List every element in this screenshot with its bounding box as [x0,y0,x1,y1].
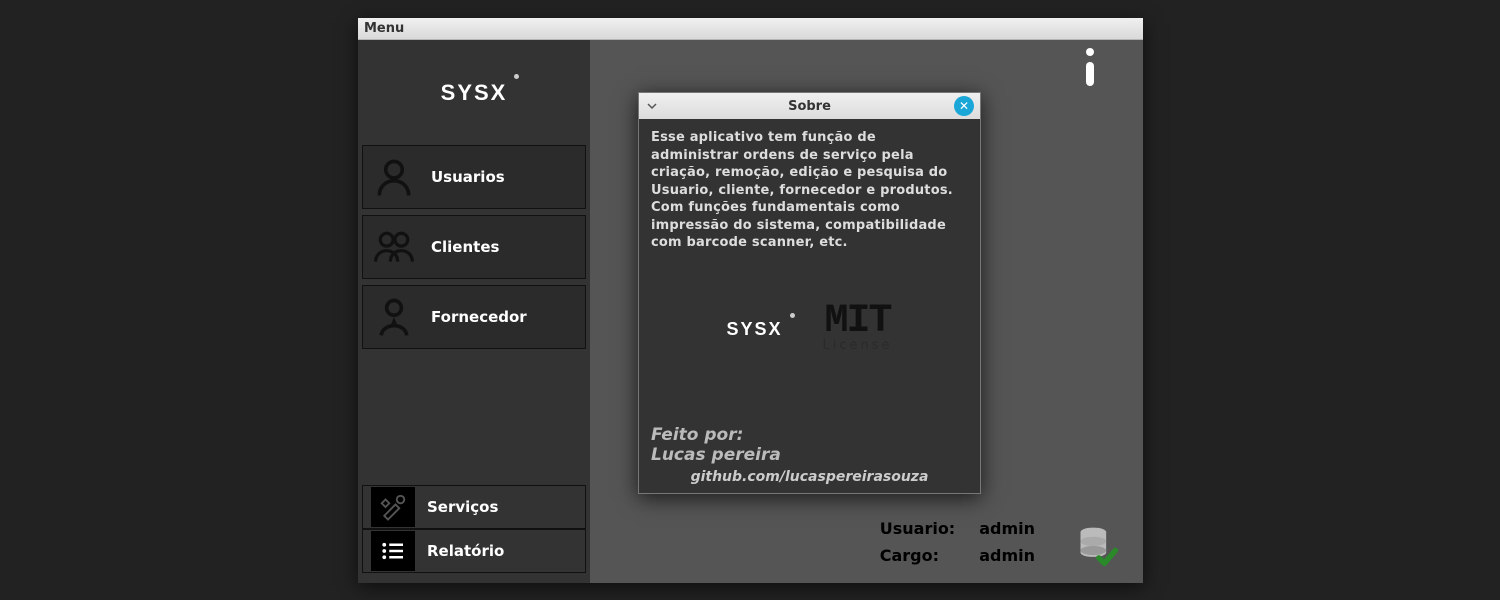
status-user-label: Usuario: [880,519,955,538]
user-icon [371,154,417,200]
sidebar: SYSX Usuarios Client [358,40,590,583]
brand-logo: SYSX [362,40,586,145]
sysx-logo: SYSX [441,80,508,106]
about-author: Lucas pereira [651,445,968,465]
sidebar-item-relatorio[interactable]: Relatório [362,529,586,573]
about-link[interactable]: github.com/lucaspereirasouza [651,469,968,485]
mit-license-logo: MIT License [823,306,893,353]
about-logos: SYSX MIT License [651,294,968,366]
sidebar-item-label: Usuarios [431,168,505,186]
chevron-down-icon[interactable] [639,100,665,112]
sidebar-item-clientes[interactable]: Clientes [362,215,586,279]
sidebar-lower: Serviços Relatório [362,485,586,573]
sysx-logo: SYSX [726,319,782,340]
sidebar-item-usuarios[interactable]: Usuarios [362,145,586,209]
database-ok-icon [1075,523,1119,567]
about-dialog: Sobre ✕ Esse aplicativo tem função de ad… [638,92,981,494]
close-icon[interactable]: ✕ [954,96,974,116]
list-icon [371,531,415,571]
dialog-title: Sobre [665,99,954,114]
supplier-icon [371,294,417,340]
sidebar-item-label: Clientes [431,238,499,256]
menubar: Menu [358,18,1143,40]
info-icon[interactable] [1083,48,1097,88]
status-role-value: admin [979,546,1035,565]
status-user-value: admin [979,519,1035,538]
status-role-label: Cargo: [880,546,955,565]
sidebar-item-label: Serviços [427,498,498,516]
about-description: Esse aplicativo tem função de administra… [651,129,968,252]
dialog-body: Esse aplicativo tem função de administra… [639,119,980,493]
sidebar-item-label: Relatório [427,542,504,560]
menu-item-menu[interactable]: Menu [364,21,404,36]
dialog-titlebar: Sobre ✕ [639,93,980,119]
sidebar-item-fornecedor[interactable]: Fornecedor [362,285,586,349]
users-icon [371,224,417,270]
status-panel: Usuario: admin Cargo: admin [880,519,1035,565]
tools-icon [371,487,415,527]
sidebar-item-label: Fornecedor [431,308,527,326]
sidebar-item-servicos[interactable]: Serviços [362,485,586,529]
about-credit-label: Feito por: [651,425,968,445]
